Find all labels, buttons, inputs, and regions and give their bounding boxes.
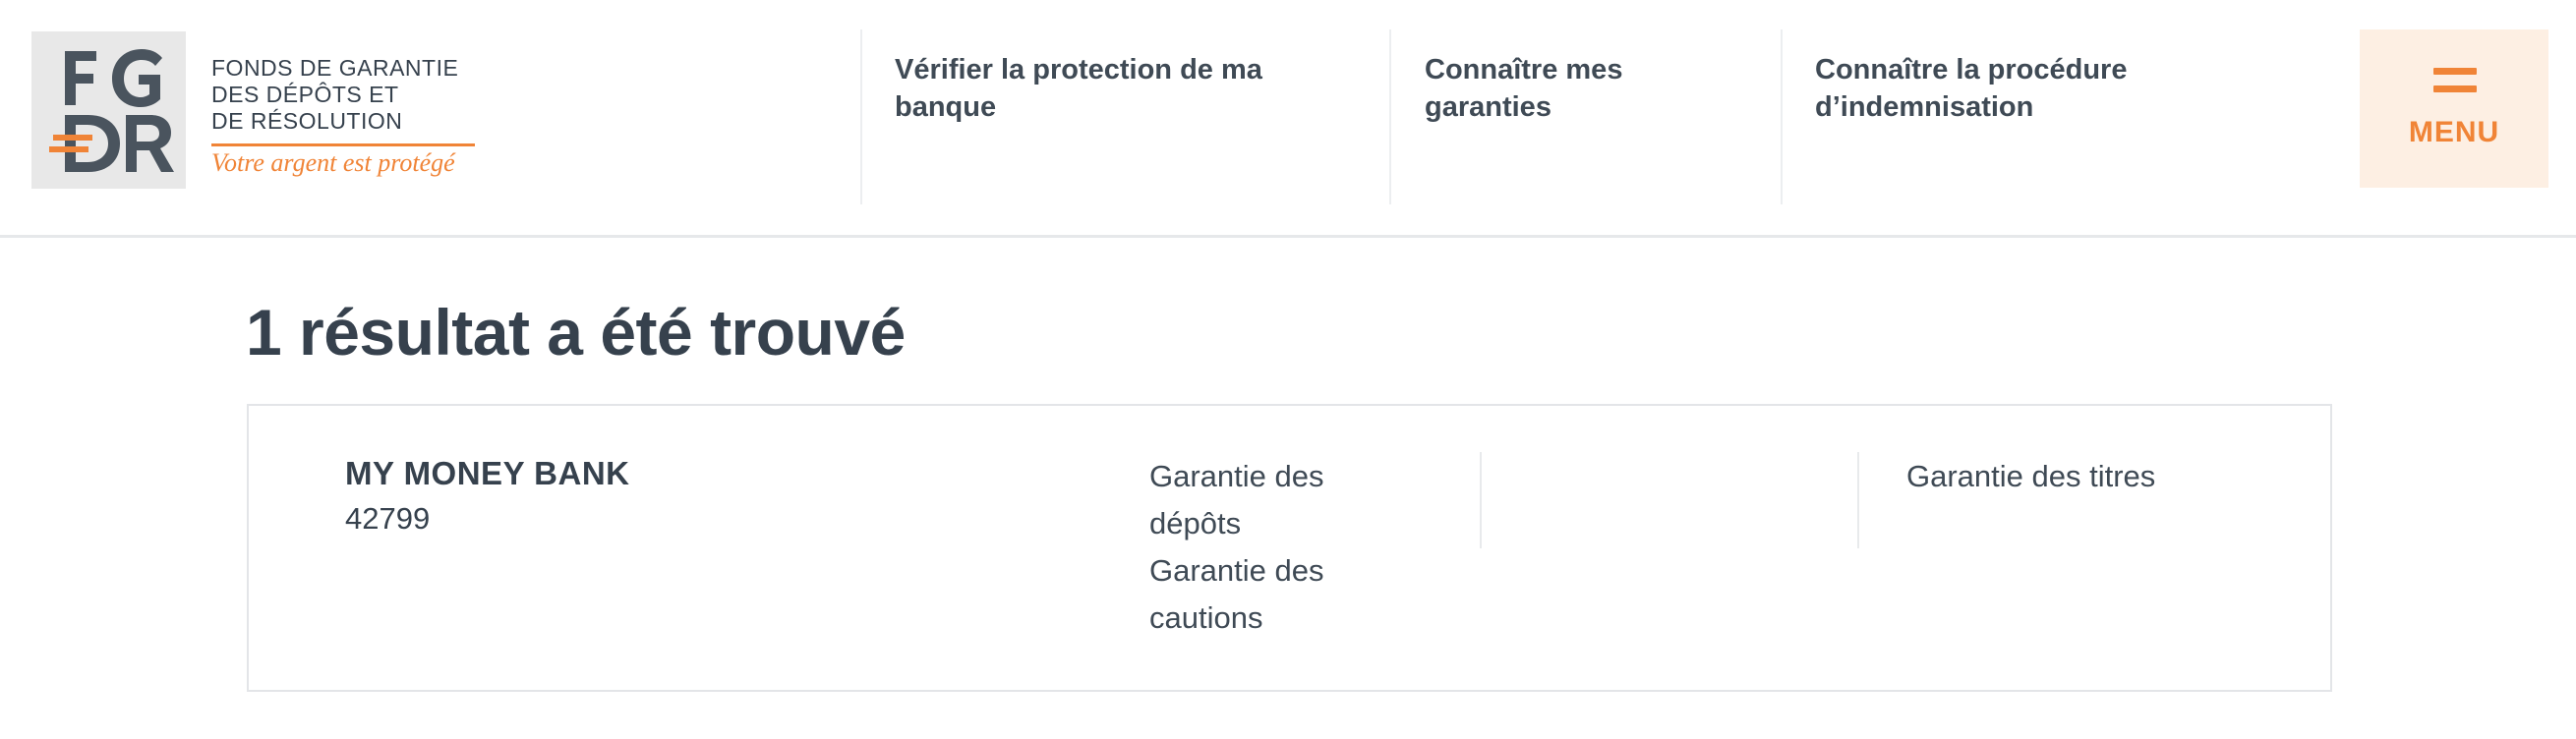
menu-icon — [2433, 68, 2477, 103]
nav-item-label: Connaître mes — [1425, 54, 1623, 85]
nav-item-verify-protection[interactable]: Vérifier la protection de ma banque — [895, 51, 1327, 126]
fgdr-logo-mark — [49, 49, 174, 172]
logo-line-2: DES DÉPÔTS ET — [211, 82, 399, 107]
card-divider — [1480, 452, 1482, 548]
logo-tagline: Votre argent est protégé — [211, 148, 455, 177]
logo-divider — [211, 143, 475, 146]
bank-code: 42799 — [345, 501, 431, 536]
nav-item-indemnification[interactable]: Connaître la procédure d’indemnisation — [1815, 51, 2208, 126]
nav-divider — [860, 29, 862, 204]
site-header: FONDS DE GARANTIE DES DÉPÔTS ET DE RÉSOL… — [0, 0, 2576, 238]
nav-divider — [1389, 29, 1391, 204]
nav-item-label: d’indemnisation — [1815, 91, 2034, 123]
nav-item-guarantees[interactable]: Connaître mes garanties — [1425, 51, 1720, 126]
guarantee-deposits: Garantie des dépôts — [1149, 459, 1324, 540]
logo-line-1: FONDS DE GARANTIE — [211, 55, 459, 81]
nav-item-label: Connaître la procédure — [1815, 54, 2128, 85]
menu-label: MENU — [2408, 116, 2500, 148]
menu-button[interactable]: MENU — [2360, 29, 2548, 188]
nav-divider — [1781, 29, 1783, 204]
guarantee-cautions: Garantie des cautions — [1149, 553, 1324, 635]
nav-item-label: Vérifier la protection de ma — [895, 54, 1262, 85]
nav-item-label: garanties — [1425, 91, 1551, 123]
fgdr-logo[interactable] — [31, 31, 186, 189]
bank-name: MY MONEY BANK — [345, 455, 630, 491]
results-title: 1 résultat a été trouvé — [246, 296, 906, 369]
logo-text: FONDS DE GARANTIE DES DÉPÔTS ET DE RÉSOL… — [211, 55, 477, 178]
guarantee-securities: Garantie des titres — [1906, 459, 2156, 493]
guarantee-list: Garantie des dépôts Garantie des caution… — [1149, 453, 1385, 642]
logo-line-3: DE RÉSOLUTION — [211, 108, 403, 134]
card-divider — [1857, 452, 1859, 548]
nav-item-label: banque — [895, 91, 997, 123]
result-card[interactable]: MY MONEY BANK 42799 Garantie des dépôts … — [247, 404, 2332, 692]
